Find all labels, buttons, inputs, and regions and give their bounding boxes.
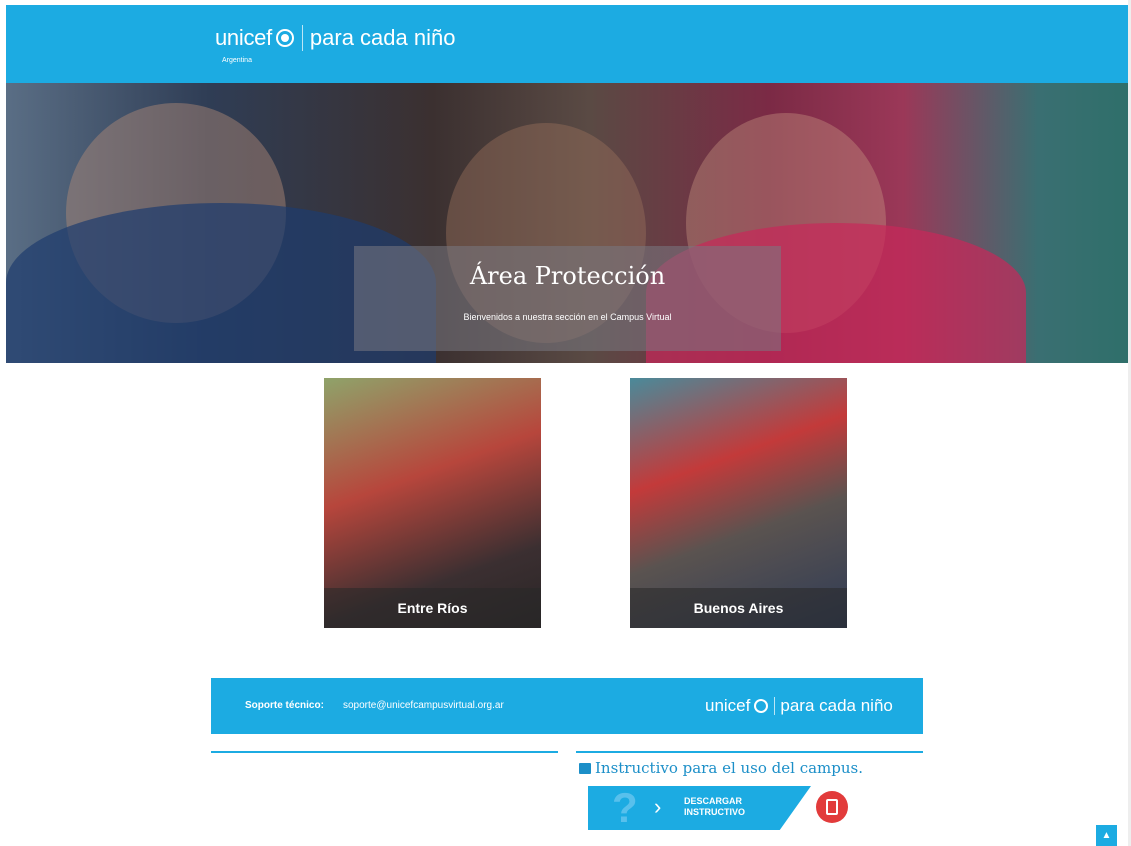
unicef-logo[interactable]: unicef para cada niño	[215, 25, 455, 51]
download-label-line1: DESCARGAR	[684, 796, 743, 806]
page-title: Área Protección	[469, 262, 666, 290]
footer-unicef-logo: unicef para cada niño	[705, 696, 893, 716]
support-email-link[interactable]: soporte@unicefcampusvirtual.org.ar	[343, 700, 504, 711]
footer-brand-tagline: para cada niño	[780, 696, 893, 715]
question-mark-icon: ?	[612, 784, 638, 831]
hero-subtitle: Bienvenidos a nuestra sección en el Camp…	[463, 312, 672, 322]
download-instructivo-button[interactable]: ? › DESCARGAR INSTRUCTIVO	[588, 784, 811, 831]
download-button-label: DESCARGAR INSTRUCTIVO	[684, 796, 745, 818]
hero-banner: Área Protección Bienvenidos a nuestra se…	[6, 83, 1128, 363]
chevron-right-icon: ›	[654, 794, 662, 819]
brand-name: unicef	[215, 25, 272, 50]
region-card-entre-rios[interactable]: Entre Ríos	[324, 378, 541, 628]
region-card-buenos-aires[interactable]: Buenos Aires	[630, 378, 847, 628]
support-bar: Soporte técnico: soporte@unicefcampusvir…	[211, 678, 923, 734]
site-header	[6, 5, 1128, 83]
footer-brand-name: unicef	[705, 696, 751, 715]
country-label: Argentina	[222, 57, 252, 64]
instructivo-heading: Instructivo para el uso del campus.	[579, 759, 863, 777]
logo-divider	[774, 697, 776, 715]
divider-line	[576, 751, 923, 753]
unicef-globe-icon	[754, 699, 769, 713]
chevron-up-icon: ▲	[1101, 830, 1112, 841]
unicef-globe-icon	[275, 29, 294, 47]
hero-caption-box: Área Protección Bienvenidos a nuestra se…	[354, 246, 781, 351]
support-label: Soporte técnico:	[245, 700, 324, 711]
document-icon	[826, 799, 838, 815]
brand-tagline: para cada niño	[309, 25, 456, 50]
scroll-to-top-button[interactable]: ▲	[1096, 825, 1117, 846]
book-icon	[579, 762, 591, 774]
download-label-line2: INSTRUCTIVO	[684, 807, 746, 817]
divider-line	[211, 751, 558, 753]
instructivo-title: Instructivo para el uso del campus.	[595, 759, 864, 777]
logo-divider	[301, 25, 303, 51]
pdf-icon[interactable]	[816, 791, 848, 823]
region-card-label: Buenos Aires	[630, 588, 847, 628]
region-card-label: Entre Ríos	[324, 588, 541, 628]
